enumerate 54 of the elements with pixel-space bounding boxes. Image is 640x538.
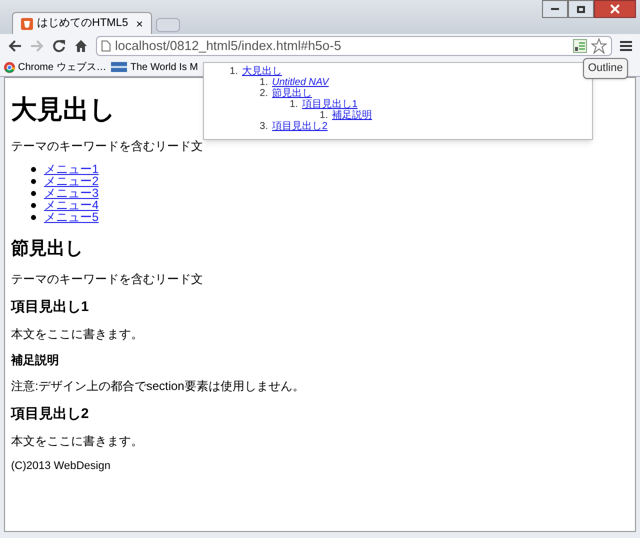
section-heading: 節見出し <box>11 237 83 260</box>
page-icon <box>101 40 111 52</box>
close-tab-button[interactable]: × <box>136 18 143 30</box>
paragraph: テーマのキーワードを含むリード文 <box>11 271 203 288</box>
item-heading: 項目見出し2 <box>11 404 89 423</box>
bullet-icon <box>31 190 36 196</box>
menu-link[interactable]: メニュー3 <box>44 187 99 199</box>
bullet-icon <box>31 166 36 172</box>
menu-link[interactable]: メニュー4 <box>44 199 99 211</box>
home-icon[interactable] <box>74 39 88 53</box>
list-number: 1. <box>258 78 268 88</box>
copyright-text: (C)2013 WebDesign <box>11 459 110 474</box>
bookmark[interactable]: Chrome ウェブス… <box>4 60 106 74</box>
outline-link[interactable]: 大見出し <box>242 66 282 76</box>
outline-link[interactable]: 補足説明 <box>332 110 372 120</box>
close-icon[interactable] <box>594 0 636 18</box>
paragraph: 本文をここに書きます。 <box>11 433 143 450</box>
tab-title: はじめてのHTML5 <box>37 16 130 32</box>
chrome-icon <box>4 62 15 72</box>
bullet-icon <box>31 178 36 184</box>
list-number: 2. <box>258 88 268 98</box>
address-bar[interactable]: localhost/0812_html5/index.html#h5o-5 <box>96 36 612 56</box>
list-number: 1. <box>318 110 328 120</box>
tooltip: Outline <box>583 58 628 78</box>
menu-link[interactable]: メニュー2 <box>44 175 99 187</box>
flag-icon <box>111 62 128 72</box>
bookmark[interactable]: The World Is M <box>111 60 198 74</box>
outline-link[interactable]: 項目見出し1 <box>302 100 358 110</box>
menu-icon[interactable] <box>620 40 632 52</box>
outline-link[interactable]: 節見出し <box>272 88 312 98</box>
minimize-icon[interactable] <box>542 0 568 18</box>
outline-link[interactable]: 項目見出し2 <box>272 122 328 132</box>
back-icon[interactable] <box>8 39 22 53</box>
list-number: 1. <box>228 66 238 76</box>
paragraph: 注意:デザイン上の都合でsection要素は使用しません。 <box>11 378 304 395</box>
url-text: localhost/0812_html5/index.html#h5o-5 <box>115 37 342 56</box>
paragraph: 本文をここに書きます。 <box>11 326 143 343</box>
html5-icon <box>21 18 33 30</box>
maximize-icon[interactable] <box>568 0 594 18</box>
menu-link[interactable]: メニュー1 <box>44 163 99 175</box>
browser-tab[interactable]: はじめてのHTML5 × <box>12 12 152 34</box>
reload-icon[interactable] <box>52 39 66 53</box>
bullet-icon <box>31 202 36 208</box>
outline-icon[interactable] <box>573 39 587 53</box>
list-number: 1. <box>288 100 298 110</box>
list-number: 3. <box>258 122 268 132</box>
note-heading: 補足説明 <box>11 352 59 369</box>
paragraph: テーマのキーワードを含むリード文 <box>11 138 203 155</box>
main-heading: 大見出し <box>11 93 116 126</box>
star-icon[interactable] <box>591 38 607 54</box>
bullet-icon <box>31 214 36 220</box>
menu-link[interactable]: メニュー5 <box>44 211 99 223</box>
outline-link[interactable]: Untitled NAV <box>272 78 329 88</box>
item-heading: 項目見出し1 <box>11 297 89 316</box>
